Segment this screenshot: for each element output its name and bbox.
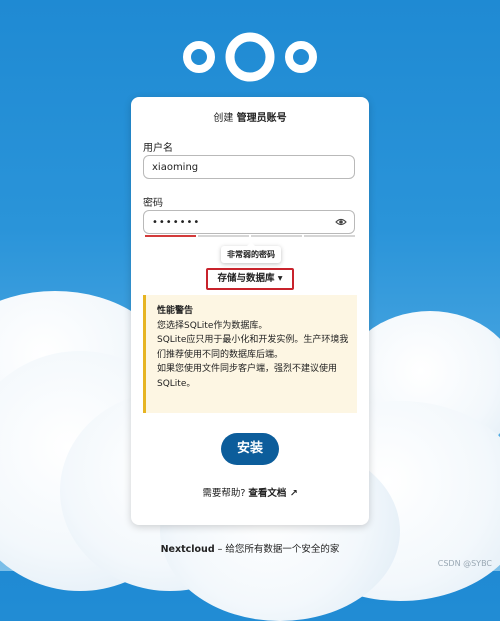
install-card: 创建 管理员账号 用户名 密码 非常弱的密码 存储与数据库 ▾ 性能警告 您选择… — [131, 97, 369, 525]
password-strength-meter — [145, 235, 355, 237]
warning-title: 性能警告 — [157, 306, 194, 316]
storage-database-button[interactable]: 存储与数据库 ▾ — [206, 268, 294, 290]
warning-line-2: SQLite应只用于最小化和开发实例。生产环境我们推荐使用不同的数据库后端。 — [157, 335, 349, 360]
warning-line-3: 如果您使用文件同步客户端，强烈不建议使用SQLite。 — [157, 364, 338, 389]
password-field-wrapper — [143, 210, 355, 234]
help-prefix: 需要帮助? — [202, 488, 246, 499]
help-row: 需要帮助? 查看文档 ↗ — [131, 485, 369, 499]
title-prefix: 创建 — [213, 113, 234, 124]
nextcloud-logo-icon — [183, 32, 317, 82]
eye-icon[interactable] — [335, 216, 347, 228]
warning-line-1: 您选择SQLite作为数据库。 — [157, 320, 268, 331]
docs-link[interactable]: 查看文档 ↗ — [248, 488, 297, 499]
performance-warning: 性能警告 您选择SQLite作为数据库。 SQLite应只用于最小化和开发实例。… — [143, 295, 357, 413]
username-field[interactable] — [143, 155, 355, 179]
footer-tagline: – 给您所有数据一个安全的家 — [214, 544, 340, 555]
install-button[interactable]: 安装 — [221, 433, 279, 465]
watermark: CSDN @SYBC — [437, 559, 492, 568]
card-title: 创建 管理员账号 — [131, 109, 369, 124]
footer: Nextcloud – 给您所有数据一个安全的家 — [0, 541, 500, 555]
password-label: 密码 — [143, 198, 163, 209]
title-bold: 管理员账号 — [236, 113, 287, 124]
password-field[interactable] — [143, 210, 355, 234]
password-strength-tooltip: 非常弱的密码 — [221, 242, 281, 263]
username-label: 用户名 — [143, 143, 173, 154]
footer-brand[interactable]: Nextcloud — [161, 544, 215, 555]
